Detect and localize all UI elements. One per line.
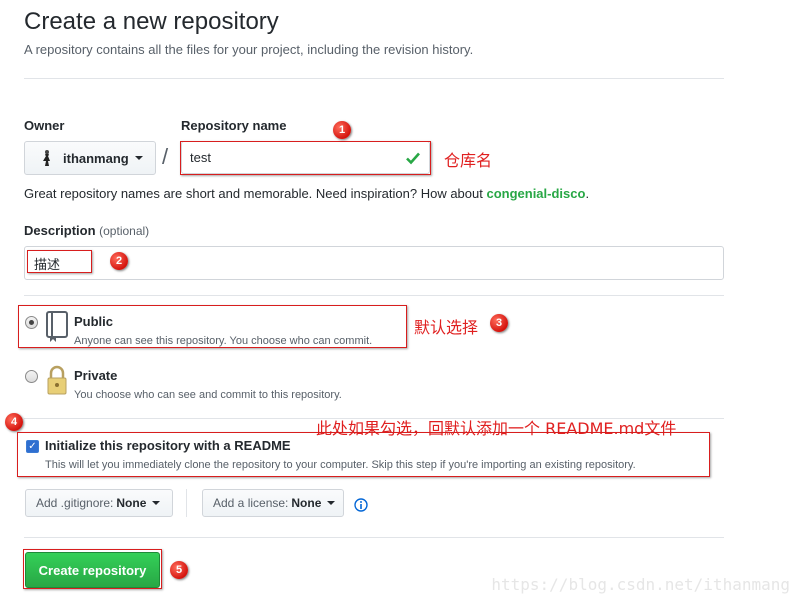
private-radio[interactable] <box>25 370 38 383</box>
owner-repo-separator: / <box>162 144 169 169</box>
annotation-note-repo: 仓库名 <box>444 151 493 170</box>
description-label-text: Description <box>24 223 96 238</box>
select-divider <box>186 489 187 517</box>
license-value: None <box>291 496 322 510</box>
annotation-badge-5: 5 <box>170 561 188 579</box>
repo-name-hint: Great repository names are short and mem… <box>24 186 589 201</box>
chevron-down-icon <box>134 156 143 160</box>
gitignore-label: Add .gitignore: <box>36 496 114 510</box>
annotation-box-create <box>23 549 162 589</box>
annotation-badge-2: 2 <box>110 252 128 270</box>
annotation-note-default: 默认选择 <box>414 318 479 337</box>
description-input[interactable]: 描述 <box>24 246 724 280</box>
owner-select-button[interactable]: ithanmang <box>24 141 156 175</box>
annotation-box-repo-name <box>180 141 431 175</box>
lock-icon <box>47 365 67 395</box>
annotation-box-description <box>27 250 92 273</box>
repo-name-label: Repository name <box>181 118 287 133</box>
private-note: You choose who can see and commit to thi… <box>74 389 342 401</box>
info-icon[interactable] <box>354 498 368 512</box>
hint-suffix: . <box>585 186 590 201</box>
optional-tag: (optional) <box>99 224 150 238</box>
annotation-box-readme <box>17 432 710 477</box>
annotation-badge-3: 3 <box>490 314 508 332</box>
description-label: Description (optional) <box>24 223 149 238</box>
divider-3 <box>24 537 724 538</box>
annotation-box-public <box>18 305 407 348</box>
private-title: Private <box>74 368 118 383</box>
annotation-badge-4: 4 <box>5 413 23 431</box>
user-avatar-icon <box>43 150 50 166</box>
page-title: Create a new repository <box>24 8 279 35</box>
owner-name: ithanmang <box>63 150 129 166</box>
license-label: Add a license: <box>213 496 289 510</box>
chevron-down-icon <box>327 501 336 505</box>
name-suggestion-link[interactable]: congenial-disco <box>486 186 585 201</box>
gitignore-value: None <box>116 496 147 510</box>
license-select[interactable]: Add a license: None <box>202 489 344 517</box>
watermark: https://blog.csdn.net/ithanmang <box>491 575 790 594</box>
page-subtitle: A repository contains all the files for … <box>24 42 474 57</box>
chevron-down-icon <box>152 501 161 505</box>
hint-text: Great repository names are short and mem… <box>24 186 487 201</box>
owner-label: Owner <box>24 118 65 133</box>
annotation-badge-1: 1 <box>333 121 351 139</box>
divider-1 <box>24 295 724 296</box>
header-divider <box>24 78 724 79</box>
gitignore-select[interactable]: Add .gitignore: None <box>25 489 173 517</box>
